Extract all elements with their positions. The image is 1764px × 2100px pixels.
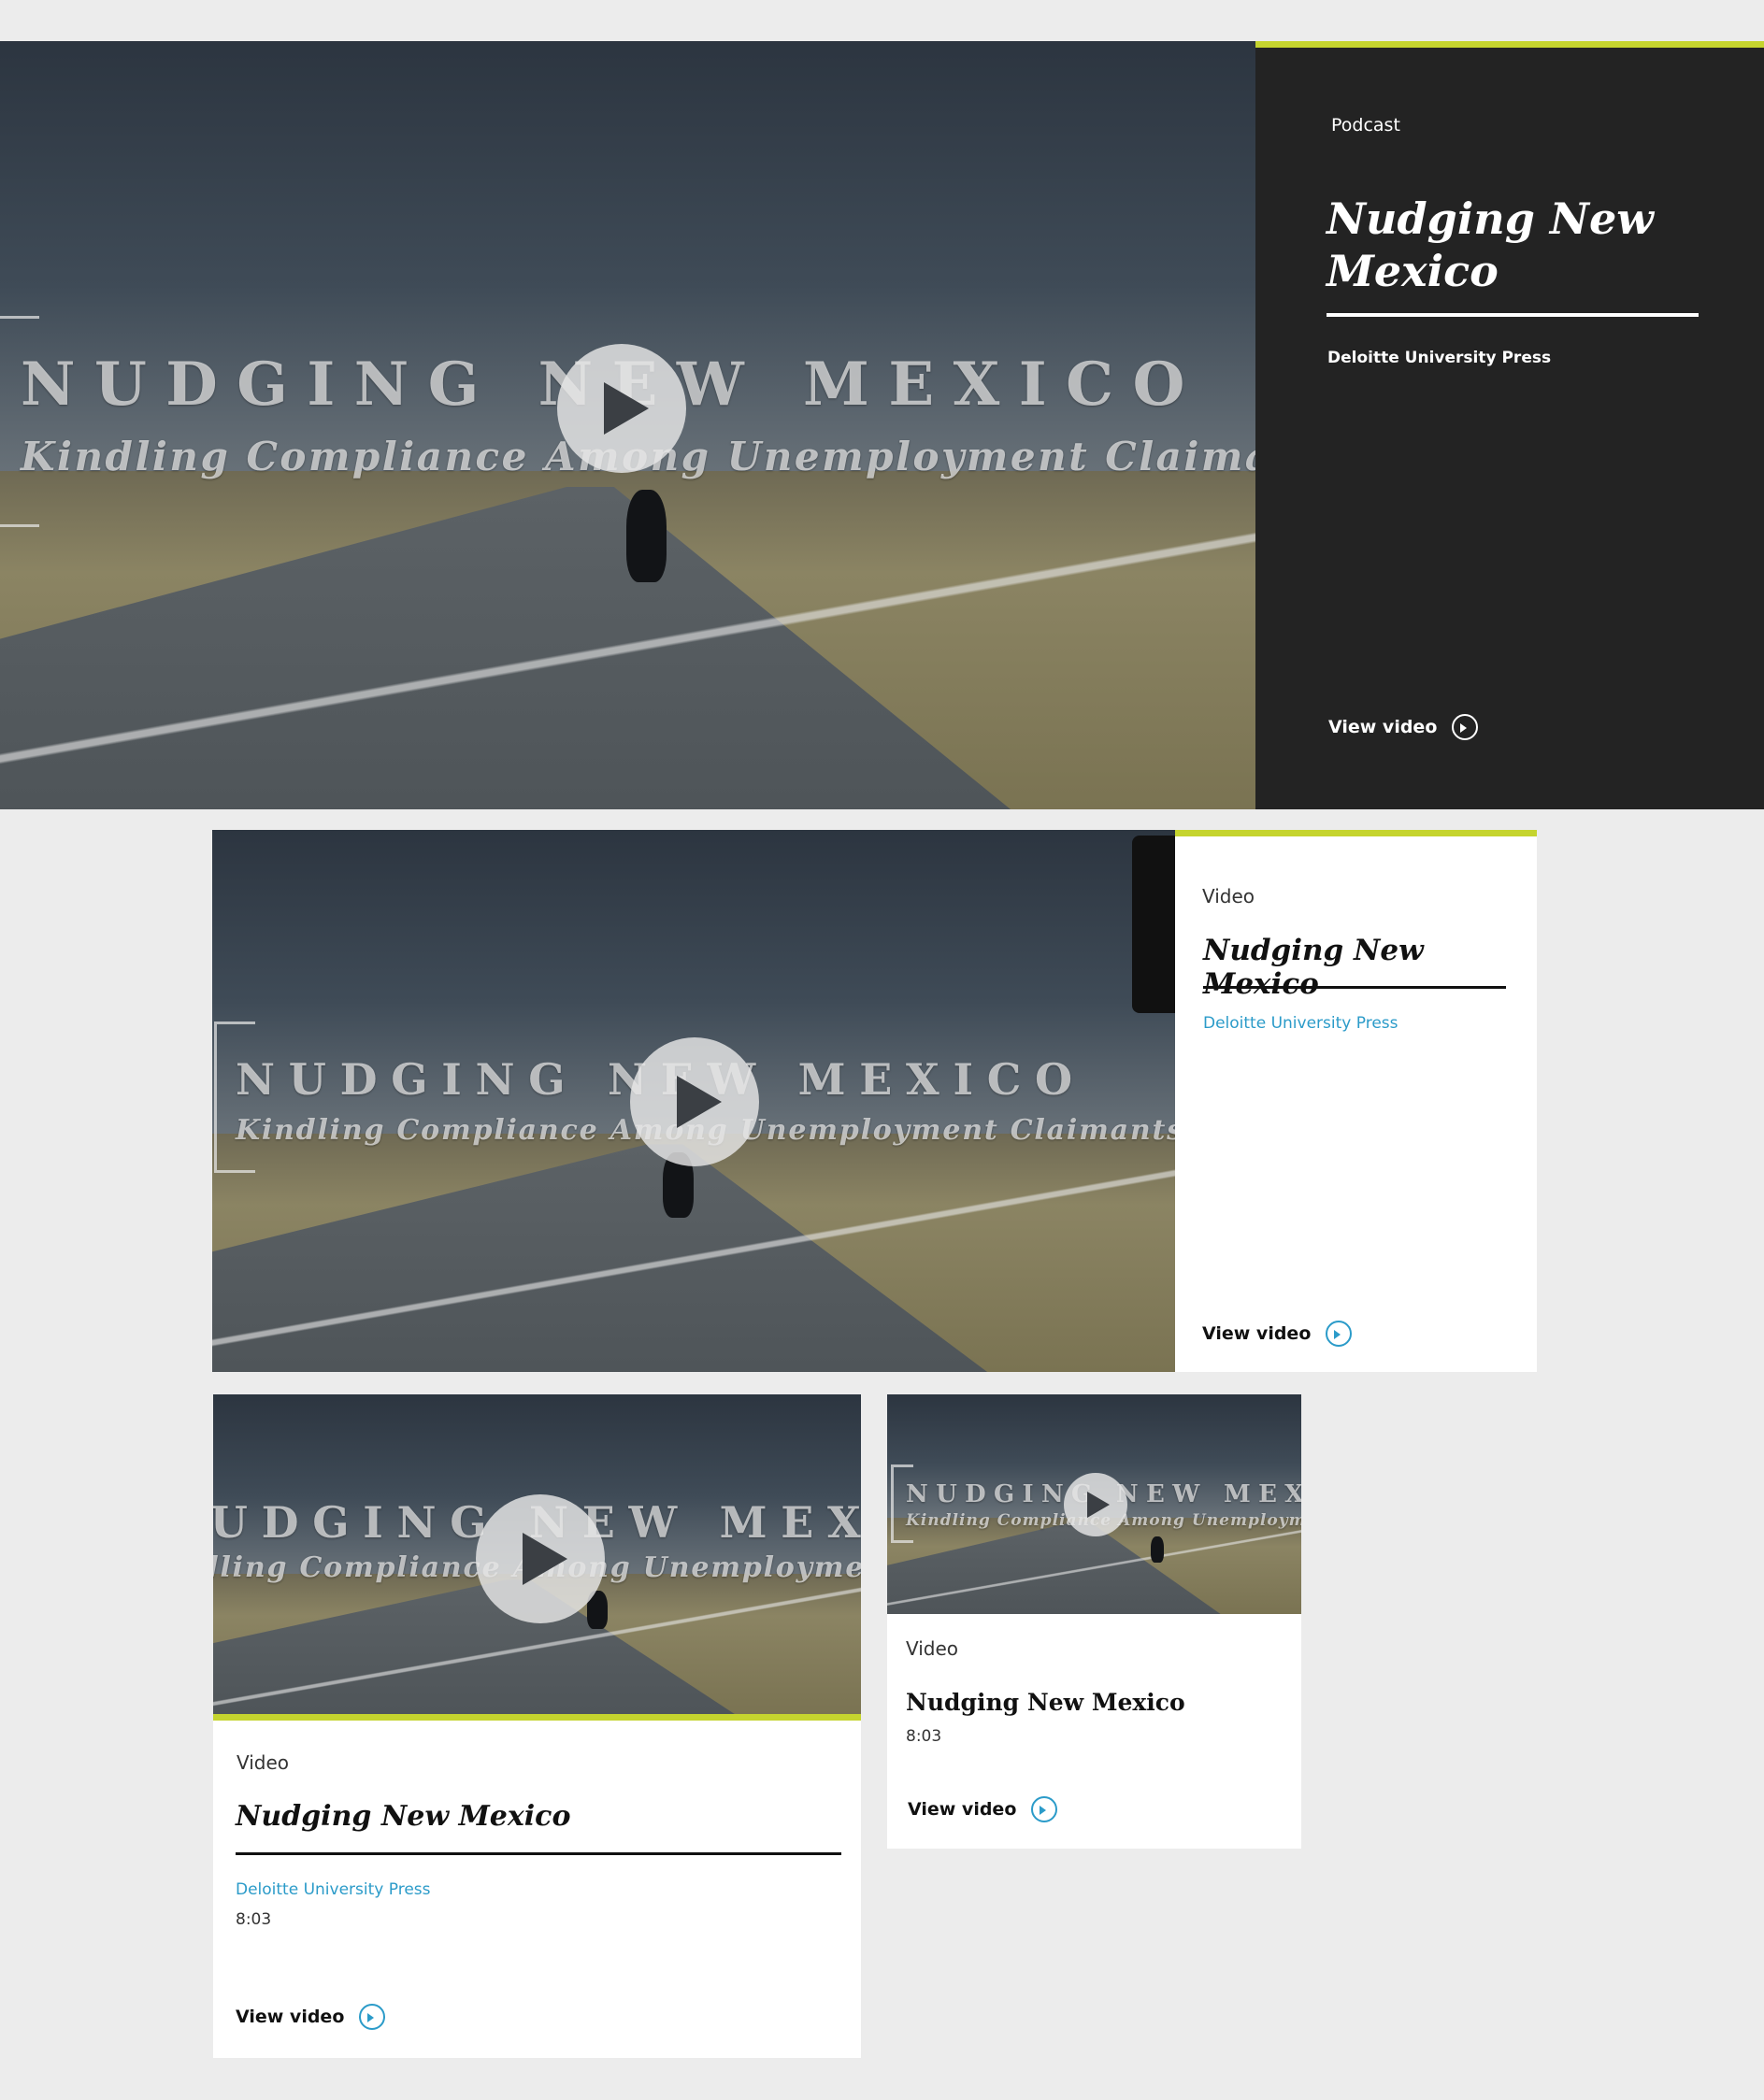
title-divider (1327, 313, 1699, 317)
duration-label: 8:03 (236, 1910, 272, 1929)
source-link[interactable]: Deloitte University Press (236, 1880, 431, 1899)
title-divider (1203, 986, 1506, 989)
play-icon[interactable] (557, 344, 686, 473)
motorcycle-rider (626, 490, 667, 582)
view-video-button[interactable]: View video (236, 2004, 386, 2030)
overlay-bracket (0, 316, 39, 527)
arrow-right-circle-icon (359, 2004, 386, 2030)
arrow-right-circle-icon (1452, 714, 1479, 740)
card-title[interactable]: Nudging New Mexico (1327, 193, 1663, 297)
content-type-label: Podcast (1331, 115, 1400, 136)
route-sign (1132, 836, 1175, 1013)
hero-video-thumbnail[interactable]: NUDGING NEW MEXICO Kindling Compliance A… (0, 41, 1255, 809)
wide-info-panel: Video Nudging New Mexico Deloitte Univer… (1175, 830, 1537, 1372)
medium-video-thumbnail[interactable]: NUDGING NEW MEXICO Kindling Compliance A… (213, 1394, 861, 1714)
play-icon[interactable] (1064, 1473, 1127, 1536)
arrow-right-circle-icon (1326, 1321, 1353, 1347)
small-video-thumbnail[interactable]: NUDGING NEW MEXICO Kindling Compliance A… (887, 1394, 1301, 1614)
play-icon[interactable] (630, 1037, 759, 1166)
small-card: NUDGING NEW MEXICO Kindling Compliance A… (887, 1394, 1301, 1849)
hero-card: NUDGING NEW MEXICO Kindling Compliance A… (0, 41, 1764, 809)
card-title[interactable]: Nudging New Mexico (236, 1800, 570, 1833)
content-type-label: Video (906, 1637, 959, 1660)
view-video-label: View video (236, 2007, 345, 2027)
medium-card: NUDGING NEW MEXICO Kindling Compliance A… (213, 1394, 861, 2058)
source-label[interactable]: Deloitte University Press (1327, 349, 1551, 367)
view-video-button[interactable]: View video (908, 1796, 1058, 1822)
view-video-button[interactable]: View video (1202, 1321, 1353, 1347)
view-video-button[interactable]: View video (1328, 714, 1479, 740)
view-video-label: View video (1328, 717, 1438, 737)
card-title[interactable]: Nudging New Mexico (1203, 934, 1537, 1001)
accent-bar (213, 1714, 861, 1721)
title-divider (236, 1852, 841, 1855)
wide-video-thumbnail[interactable]: NUDGING NEW MEXICO Kindling Compliance A… (212, 830, 1175, 1372)
content-type-label: Video (1202, 885, 1255, 907)
content-type-label: Video (237, 1751, 290, 1774)
card-title[interactable]: Nudging New Mexico (906, 1689, 1185, 1716)
source-link[interactable]: Deloitte University Press (1203, 1014, 1398, 1033)
arrow-right-circle-icon (1031, 1796, 1058, 1822)
play-icon[interactable] (476, 1494, 605, 1623)
wide-card: NUDGING NEW MEXICO Kindling Compliance A… (212, 830, 1537, 1372)
view-video-label: View video (908, 1799, 1017, 1820)
hero-info-panel: Podcast Nudging New Mexico Deloitte Univ… (1255, 41, 1764, 809)
view-video-label: View video (1202, 1323, 1312, 1344)
duration-label: 8:03 (906, 1727, 942, 1746)
motorcycle-rider (1151, 1536, 1165, 1564)
